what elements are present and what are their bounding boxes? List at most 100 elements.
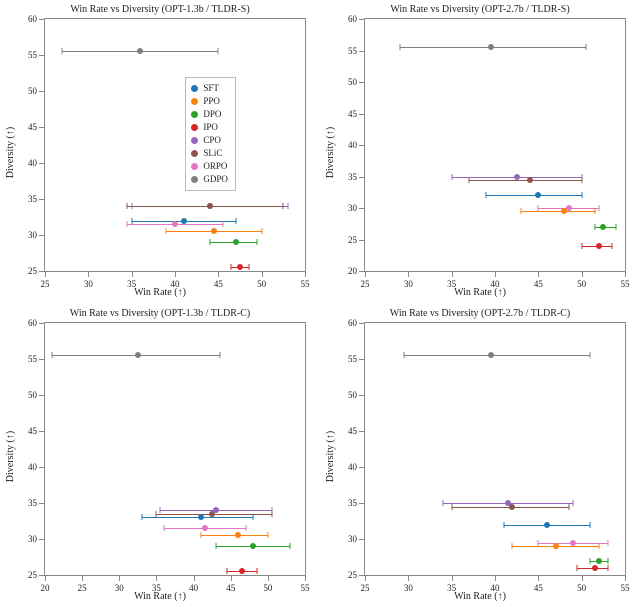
legend-dot-icon bbox=[191, 98, 198, 105]
y-tick-label: 30 bbox=[348, 534, 365, 544]
legend-label: CPO bbox=[203, 134, 221, 147]
error-cap bbox=[227, 568, 228, 574]
error-cap bbox=[599, 543, 600, 549]
data-point-cpo bbox=[514, 174, 520, 180]
data-point-slic bbox=[509, 504, 515, 510]
error-cap bbox=[256, 568, 257, 574]
chart-title: Win Rate vs Diversity (OPT-2.7b / TLDR-C… bbox=[320, 308, 640, 319]
legend-dot-icon bbox=[191, 150, 198, 157]
error-cap bbox=[399, 44, 400, 50]
error-cap bbox=[594, 208, 595, 214]
chart-panel: Win Rate vs Diversity (OPT-2.7b / TLDR-S… bbox=[320, 0, 640, 304]
plot-area: 20253035404550556025303540455055 bbox=[364, 18, 626, 272]
error-bar bbox=[486, 195, 581, 196]
y-axis-label: Diversity (↑) bbox=[4, 304, 18, 608]
data-point-gdpo bbox=[488, 352, 494, 358]
error-cap bbox=[616, 224, 617, 230]
data-point-ppo bbox=[553, 543, 559, 549]
legend-label: SFT bbox=[203, 82, 219, 95]
x-axis-label: Win Rate (↑) bbox=[0, 287, 320, 298]
y-tick-label: 50 bbox=[348, 390, 365, 400]
error-cap bbox=[590, 522, 591, 528]
data-point-gdpo bbox=[488, 44, 494, 50]
legend-item: GDPO bbox=[191, 173, 228, 186]
data-point-sft bbox=[544, 522, 550, 528]
legend: SFTPPODPOIPOCPOSLiCORPOGDPO bbox=[185, 77, 236, 191]
error-cap bbox=[215, 543, 216, 549]
data-point-gdpo bbox=[137, 48, 143, 54]
error-bar bbox=[521, 211, 595, 212]
legend-dot-icon bbox=[191, 163, 198, 170]
data-point-slic bbox=[527, 177, 533, 183]
error-cap bbox=[62, 48, 63, 54]
y-tick-label: 60 bbox=[348, 318, 365, 328]
y-tick-label: 40 bbox=[348, 462, 365, 472]
legend-label: DPO bbox=[203, 108, 221, 121]
chart-panel: Win Rate vs Diversity (OPT-1.3b / TLDR-S… bbox=[0, 0, 320, 304]
y-tick-label: 45 bbox=[348, 426, 365, 436]
data-point-ipo bbox=[596, 243, 602, 249]
error-cap bbox=[607, 565, 608, 571]
y-tick-label: 55 bbox=[28, 354, 45, 364]
y-tick-label: 55 bbox=[28, 50, 45, 60]
error-bar bbox=[127, 206, 283, 207]
data-point-slic bbox=[207, 203, 213, 209]
data-point-sft bbox=[535, 192, 541, 198]
y-tick-label: 60 bbox=[28, 318, 45, 328]
error-cap bbox=[261, 228, 262, 234]
error-cap bbox=[271, 511, 272, 517]
chart-title: Win Rate vs Diversity (OPT-2.7b / TLDR-S… bbox=[320, 4, 640, 15]
y-tick-label: 45 bbox=[28, 122, 45, 132]
legend-item: ORPO bbox=[191, 160, 228, 173]
y-tick-label: 35 bbox=[28, 498, 45, 508]
y-tick-label: 45 bbox=[348, 109, 365, 119]
error-cap bbox=[52, 352, 53, 358]
data-point-ipo bbox=[592, 565, 598, 571]
y-tick-label: 30 bbox=[28, 230, 45, 240]
x-axis-label: Win Rate (↑) bbox=[320, 287, 640, 298]
error-cap bbox=[127, 203, 128, 209]
legend-item: PPO bbox=[191, 95, 228, 108]
error-cap bbox=[131, 218, 132, 224]
chart-panel: Win Rate vs Diversity (OPT-1.3b / TLDR-C… bbox=[0, 304, 320, 608]
chart-grid: Win Rate vs Diversity (OPT-1.3b / TLDR-S… bbox=[0, 0, 640, 608]
data-point-sft bbox=[198, 514, 204, 520]
legend-label: PPO bbox=[203, 95, 220, 108]
error-cap bbox=[607, 558, 608, 564]
x-axis-label: Win Rate (↑) bbox=[0, 591, 320, 602]
y-tick-label: 40 bbox=[28, 158, 45, 168]
y-tick-label: 60 bbox=[348, 14, 365, 24]
error-cap bbox=[218, 48, 219, 54]
legend-item: DPO bbox=[191, 108, 228, 121]
y-tick-label: 35 bbox=[348, 498, 365, 508]
legend-dot-icon bbox=[191, 111, 198, 118]
error-cap bbox=[290, 543, 291, 549]
y-tick-label: 35 bbox=[28, 194, 45, 204]
data-point-ipo bbox=[237, 264, 243, 270]
error-cap bbox=[245, 525, 246, 531]
error-cap bbox=[581, 177, 582, 183]
y-tick-label: 40 bbox=[28, 462, 45, 472]
error-cap bbox=[599, 205, 600, 211]
legend-item: IPO bbox=[191, 121, 228, 134]
data-point-orpo bbox=[172, 221, 178, 227]
error-cap bbox=[512, 543, 513, 549]
plot-area: 253035404550556025303540455055 bbox=[364, 322, 626, 576]
error-cap bbox=[521, 208, 522, 214]
error-cap bbox=[287, 203, 288, 209]
y-tick-label: 50 bbox=[28, 86, 45, 96]
error-cap bbox=[568, 504, 569, 510]
legend-item: SFT bbox=[191, 82, 228, 95]
error-cap bbox=[538, 540, 539, 546]
y-tick-label: 55 bbox=[348, 354, 365, 364]
error-cap bbox=[160, 507, 161, 513]
error-cap bbox=[503, 522, 504, 528]
data-point-slic bbox=[209, 511, 215, 517]
error-cap bbox=[573, 500, 574, 506]
plot-area: 253035404550556025303540455055SFTPPODPOI… bbox=[44, 18, 306, 272]
error-cap bbox=[257, 239, 258, 245]
data-point-orpo bbox=[566, 205, 572, 211]
y-tick-label: 35 bbox=[348, 172, 365, 182]
error-cap bbox=[127, 221, 128, 227]
error-cap bbox=[235, 218, 236, 224]
